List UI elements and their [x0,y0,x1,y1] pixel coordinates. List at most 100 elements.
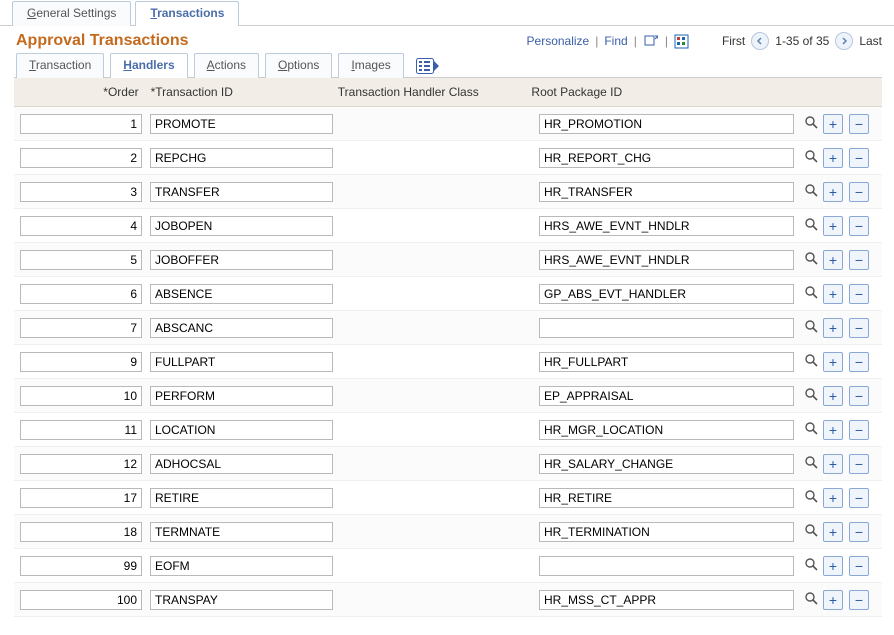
delete-row-button[interactable]: − [849,352,869,372]
root-package-input[interactable] [539,522,794,542]
transaction-id-input[interactable] [150,114,333,134]
delete-row-button[interactable]: − [849,148,869,168]
order-input[interactable] [20,114,142,134]
prev-page-icon[interactable] [751,32,769,50]
order-input[interactable] [20,216,142,236]
subtab-handlers[interactable]: Handlers [110,53,187,78]
add-row-button[interactable]: + [823,420,843,440]
add-row-button[interactable]: + [823,148,843,168]
lookup-icon[interactable] [804,319,818,336]
add-row-button[interactable]: + [823,250,843,270]
nav-first[interactable]: First [722,34,745,48]
order-input[interactable] [20,352,142,372]
order-input[interactable] [20,284,142,304]
delete-row-button[interactable]: − [849,114,869,134]
transaction-id-input[interactable] [150,454,333,474]
delete-row-button[interactable]: − [849,590,869,610]
add-row-button[interactable]: + [823,352,843,372]
delete-row-button[interactable]: − [849,216,869,236]
lookup-icon[interactable] [804,591,818,608]
transaction-id-input[interactable] [150,488,333,508]
delete-row-button[interactable]: − [849,556,869,576]
show-all-columns-icon[interactable] [410,56,446,76]
transaction-id-input[interactable] [150,250,333,270]
find-link[interactable]: Find [604,34,627,48]
next-page-icon[interactable] [835,32,853,50]
add-row-button[interactable]: + [823,386,843,406]
add-row-button[interactable]: + [823,318,843,338]
add-row-button[interactable]: + [823,114,843,134]
order-input[interactable] [20,488,142,508]
root-package-input[interactable] [539,352,794,372]
add-row-button[interactable]: + [823,182,843,202]
tab-general-settings[interactable]: General Settings [12,1,131,26]
nav-last[interactable]: Last [859,34,882,48]
delete-row-button[interactable]: − [849,420,869,440]
transaction-id-input[interactable] [150,590,333,610]
order-input[interactable] [20,556,142,576]
root-package-input[interactable] [539,590,794,610]
order-input[interactable] [20,454,142,474]
root-package-input[interactable] [539,318,794,338]
subtab-options[interactable]: Options [265,53,332,78]
delete-row-button[interactable]: − [849,522,869,542]
col-header-handler-class[interactable]: Transaction Handler Class [332,85,526,99]
add-row-button[interactable]: + [823,284,843,304]
root-package-input[interactable] [539,556,794,576]
lookup-icon[interactable] [804,285,818,302]
subtab-images[interactable]: Images [338,53,403,78]
add-row-button[interactable]: + [823,522,843,542]
transaction-id-input[interactable] [150,522,333,542]
root-package-input[interactable] [539,284,794,304]
lookup-icon[interactable] [804,251,818,268]
order-input[interactable] [20,420,142,440]
transaction-id-input[interactable] [150,420,333,440]
lookup-icon[interactable] [804,387,818,404]
root-package-input[interactable] [539,182,794,202]
root-package-input[interactable] [539,250,794,270]
lookup-icon[interactable] [804,557,818,574]
personalize-link[interactable]: Personalize [527,34,590,48]
transaction-id-input[interactable] [150,318,333,338]
add-row-button[interactable]: + [823,556,843,576]
delete-row-button[interactable]: − [849,182,869,202]
root-package-input[interactable] [539,386,794,406]
col-header-root-package[interactable]: Root Package ID [525,85,781,99]
order-input[interactable] [20,386,142,406]
order-input[interactable] [20,318,142,338]
transaction-id-input[interactable] [150,352,333,372]
add-row-button[interactable]: + [823,216,843,236]
delete-row-button[interactable]: − [849,386,869,406]
root-package-input[interactable] [539,454,794,474]
transaction-id-input[interactable] [150,386,333,406]
transaction-id-input[interactable] [150,556,333,576]
root-package-input[interactable] [539,114,794,134]
delete-row-button[interactable]: − [849,284,869,304]
col-header-txn-id[interactable]: *Transaction ID [145,85,332,99]
delete-row-button[interactable]: − [849,454,869,474]
subtab-transaction[interactable]: Transaction [16,53,104,78]
col-header-order[interactable]: *Order [14,85,145,99]
root-package-input[interactable] [539,216,794,236]
root-package-input[interactable] [539,488,794,508]
download-icon[interactable] [674,33,690,49]
lookup-icon[interactable] [804,523,818,540]
transaction-id-input[interactable] [150,216,333,236]
root-package-input[interactable] [539,148,794,168]
order-input[interactable] [20,522,142,542]
order-input[interactable] [20,590,142,610]
delete-row-button[interactable]: − [849,250,869,270]
delete-row-button[interactable]: − [849,318,869,338]
add-row-button[interactable]: + [823,590,843,610]
lookup-icon[interactable] [804,455,818,472]
lookup-icon[interactable] [804,149,818,166]
subtab-actions[interactable]: Actions [194,53,259,78]
lookup-icon[interactable] [804,353,818,370]
zoom-icon[interactable] [643,33,659,49]
transaction-id-input[interactable] [150,284,333,304]
tab-transactions[interactable]: Transactions [135,1,239,26]
order-input[interactable] [20,182,142,202]
lookup-icon[interactable] [804,217,818,234]
lookup-icon[interactable] [804,489,818,506]
root-package-input[interactable] [539,420,794,440]
